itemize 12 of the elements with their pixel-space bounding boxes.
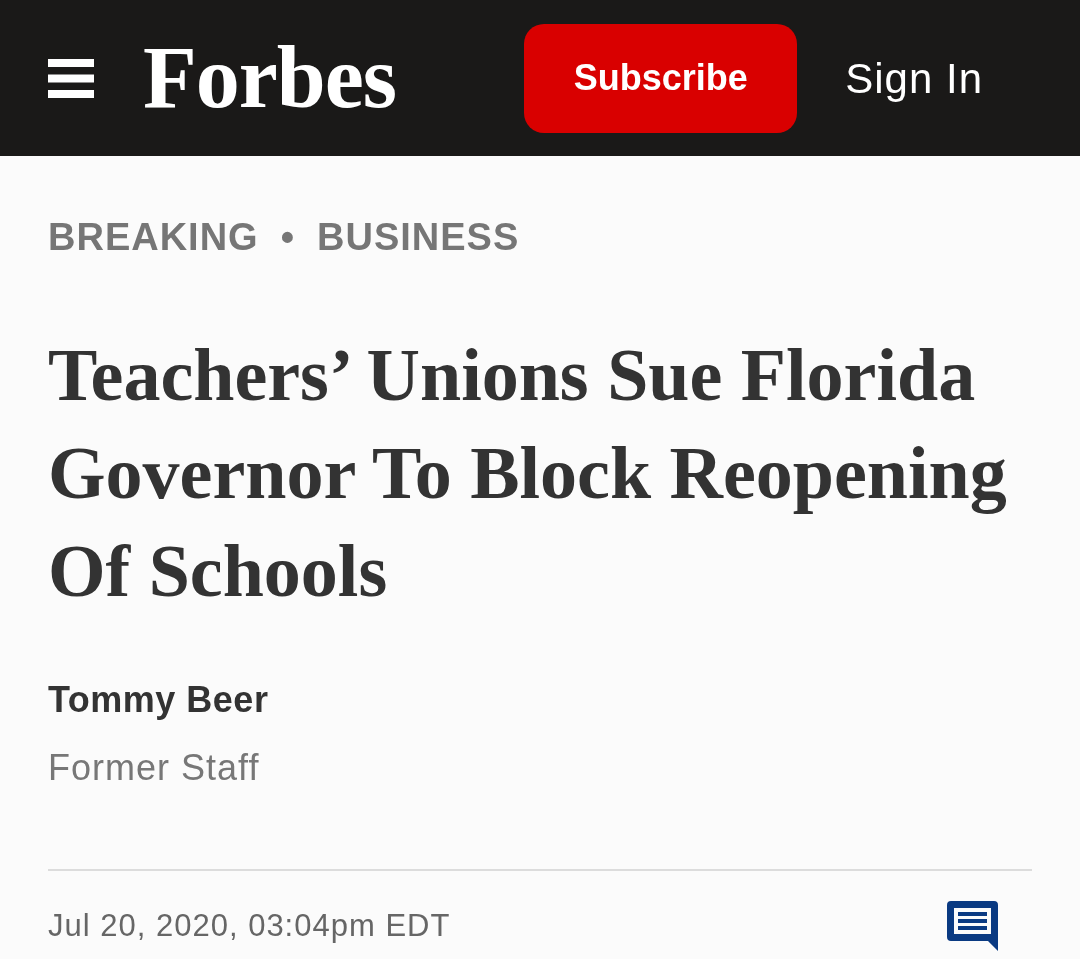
article-headline: Teachers’ Unions Sue Florida Governor To Block Reopening Of Schools xyxy=(48,333,1008,614)
sign-in-link[interactable]: Sign In xyxy=(845,46,983,110)
author-name[interactable]: Tommy Beer xyxy=(48,676,1032,724)
publish-date: Jul 20, 2020, 03:04pm EDT xyxy=(48,907,451,945)
author-role: Former Staff xyxy=(48,746,261,790)
forbes-logo[interactable]: Forbes xyxy=(143,34,397,122)
comment-icon[interactable] xyxy=(947,901,998,951)
section-link[interactable]: BREAKING xyxy=(48,213,259,261)
section-link[interactable]: BUSINESS xyxy=(317,213,520,261)
subscribe-button[interactable]: Subscribe xyxy=(524,23,798,133)
breadcrumb-separator: • xyxy=(280,215,295,260)
menu-icon[interactable] xyxy=(48,58,94,98)
